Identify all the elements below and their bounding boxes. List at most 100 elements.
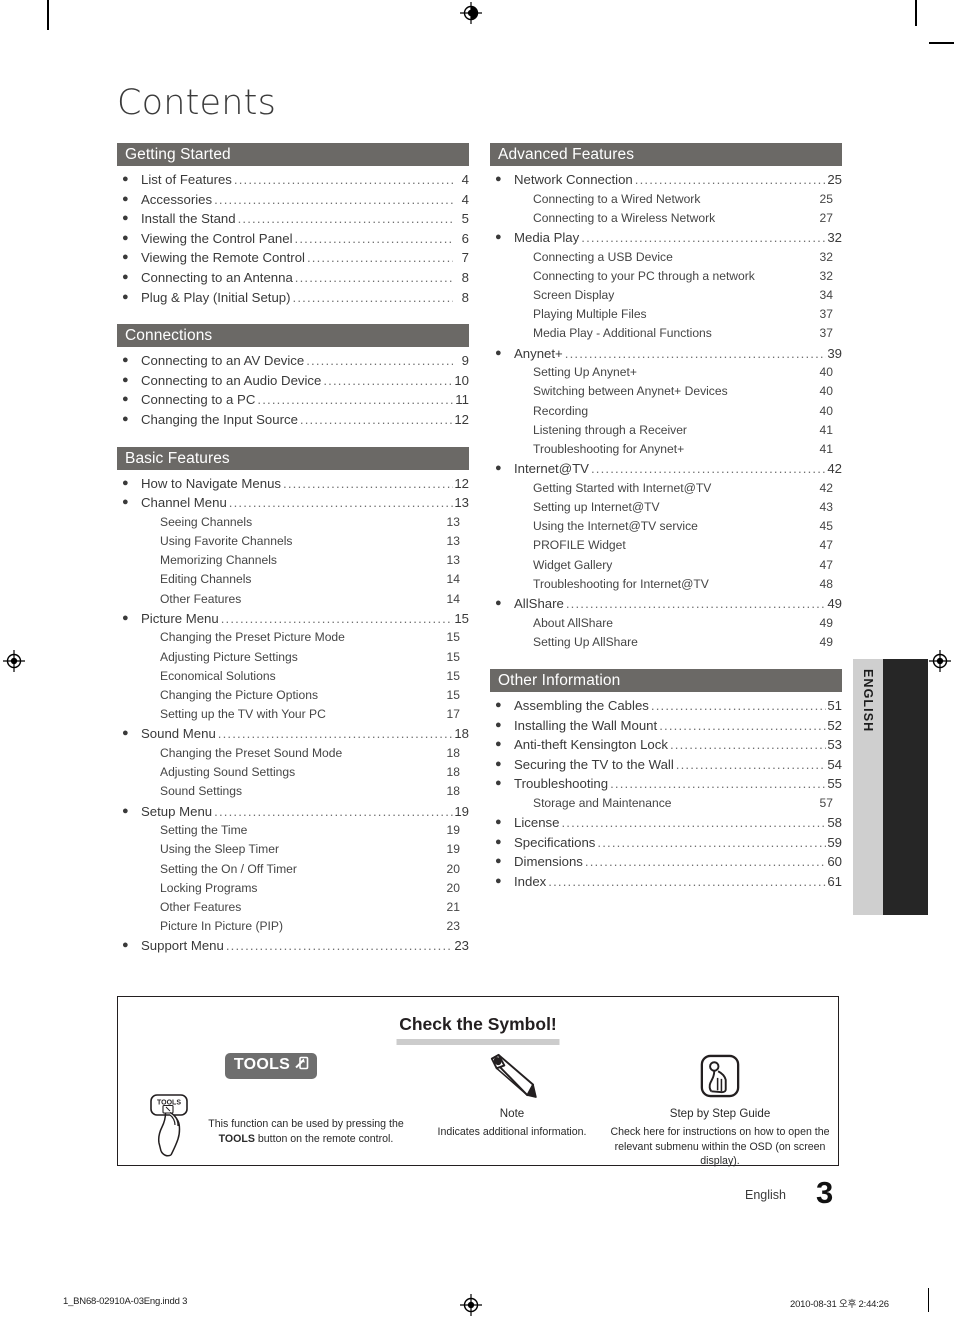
toc-subentry[interactable]: Memorizing Channels 13 <box>117 551 469 570</box>
bullet-icon: ● <box>122 290 129 303</box>
check-the-symbol-title: Check the Symbol! <box>399 1014 557 1034</box>
toc-entry-page-number: 18 <box>446 784 460 799</box>
toc-entry-page-number: 12 <box>454 475 469 491</box>
toc-entry-page-number: 37 <box>819 326 833 341</box>
toc-entry[interactable]: ● Plug & Play (Initial Setup)............… <box>117 288 469 308</box>
toc-entry[interactable]: ● Connecting to an AV Device.............… <box>117 351 469 371</box>
toc-entry[interactable]: ● Media Play.............................… <box>490 228 842 248</box>
toc-entry[interactable]: ● License................................… <box>490 813 842 833</box>
toc-entry-page-number: 20 <box>446 880 460 895</box>
toc-entry-page-number: 39 <box>827 345 842 361</box>
toc-subentry[interactable]: Connecting to your PC through a network 3… <box>490 267 842 286</box>
toc-subentry[interactable]: Using the Sleep Timer 19 <box>117 840 469 859</box>
toc-subentry[interactable]: Economical Solutions 15 <box>117 667 469 686</box>
toc-subentry[interactable]: Setting Up AllShare 49 <box>490 633 842 652</box>
toc-subentry[interactable]: Connecting to a Wireless Network 27 <box>490 209 842 228</box>
toc-subentry[interactable]: Picture In Picture (PIP) 23 <box>117 917 469 936</box>
toc-entry-page-number: 14 <box>446 572 460 587</box>
toc-subentry[interactable]: Storage and Maintenance 57 <box>490 794 842 813</box>
dot-leader: ........................................… <box>294 230 453 246</box>
toc-subentry[interactable]: Locking Programs 20 <box>117 879 469 898</box>
toc-subentry[interactable]: Setting up Internet@TV 43 <box>490 498 842 517</box>
toc-entry-page-number: 23 <box>446 919 460 934</box>
toc-subentry[interactable]: Listening through a Receiver 41 <box>490 421 842 440</box>
toc-subentry[interactable]: Switching between Anynet+ Devices 40 <box>490 382 842 401</box>
toc-entry[interactable]: ● Connecting to an Audio Device..........… <box>117 371 469 391</box>
toc-subentry[interactable]: About AllShare 49 <box>490 614 842 633</box>
toc-entry[interactable]: ● Troubleshooting........................… <box>490 774 842 794</box>
dot-leader: ........................................… <box>228 495 453 511</box>
toc-subentry[interactable]: Recording 40 <box>490 402 842 421</box>
toc-entry-page-number: 40 <box>819 384 833 399</box>
toc-subentry[interactable]: Connecting to a Wired Network 25 <box>490 190 842 209</box>
toc-subentry[interactable]: Editing Channels 14 <box>117 570 469 589</box>
toc-entry[interactable]: ● Network Connection.....................… <box>490 170 842 190</box>
toc-entry[interactable]: ● Anti-theft Kensington Lock.............… <box>490 735 842 755</box>
toc-entry-page-number: 18 <box>454 726 469 742</box>
toc-subentry[interactable]: Seeing Channels 13 <box>117 513 469 532</box>
toc-subentry[interactable]: Playing Multiple Files 37 <box>490 305 842 324</box>
toc-entry-page-number: 32 <box>827 230 842 245</box>
toc-subentry[interactable]: Adjusting Sound Settings 18 <box>117 763 469 782</box>
toc-subentry[interactable]: Screen Display 34 <box>490 286 842 305</box>
toc-entry[interactable]: ● How to Navigate Menus..................… <box>117 474 469 494</box>
toc-entry[interactable]: ● Install the Stand......................… <box>117 209 469 229</box>
toc-subentry[interactable]: Setting up the TV with Your PC 17 <box>117 705 469 724</box>
toc-entry[interactable]: ● Assembling the Cables..................… <box>490 696 842 716</box>
toc-entry[interactable]: ● Index..................................… <box>490 872 842 892</box>
toc-entry[interactable]: ● Support Menu...........................… <box>117 936 469 956</box>
toc-entry[interactable]: ● Setup Menu.............................… <box>117 802 469 822</box>
toc-entry[interactable]: ● Viewing the Remote Control.............… <box>117 248 469 268</box>
toc-entry[interactable]: ● Securing the TV to the Wall............… <box>490 755 842 775</box>
toc-entry-list: ● List of Features.......................… <box>117 170 469 307</box>
toc-entry[interactable]: ● Connecting to an Antenna...............… <box>117 268 469 288</box>
toc-subentry[interactable]: Other Features 21 <box>117 898 469 917</box>
toc-entry-page-number: 43 <box>819 500 833 515</box>
toc-subentry[interactable]: Setting Up Anynet+ 40 <box>490 363 842 382</box>
dot-leader: ........................................… <box>299 411 453 427</box>
toc-entry[interactable]: ● Accessories............................… <box>117 190 469 210</box>
toc-entry-page-number: 8 <box>461 269 469 285</box>
toc-subentry[interactable]: Media Play - Additional Functions 37 <box>490 324 842 343</box>
toc-subentry[interactable]: PROFILE Widget 47 <box>490 536 842 555</box>
dot-leader: ........................................… <box>548 873 826 889</box>
toc-entry[interactable]: ● Dimensions.............................… <box>490 852 842 872</box>
toc-entry[interactable]: ● Changing the Input Source..............… <box>117 410 469 430</box>
toc-entry[interactable]: ● Internet@TV............................… <box>490 459 842 479</box>
toc-subentry[interactable]: Changing the Preset Sound Mode 18 <box>117 744 469 763</box>
toc-subentry[interactable]: Other Features 14 <box>117 590 469 609</box>
toc-section-heading: Other Information <box>490 669 842 693</box>
toc-subentry[interactable]: Using the Internet@TV service 45 <box>490 517 842 536</box>
toc-entry-page-number: 49 <box>827 596 842 612</box>
toc-subentry[interactable]: Getting Started with Internet@TV 42 <box>490 479 842 498</box>
toc-entry[interactable]: ● Picture Menu...........................… <box>117 609 469 629</box>
tools-badge-label: TOOLS <box>233 1056 291 1073</box>
toc-entry-list: ● Assembling the Cables..................… <box>490 696 842 892</box>
tools-badge: TOOLS <box>224 1053 318 1079</box>
toc-subentry[interactable]: Setting the On / Off Timer 20 <box>117 860 469 879</box>
dot-leader: ........................................… <box>610 776 826 792</box>
toc-subentry[interactable]: Changing the Preset Picture Mode 15 <box>117 628 469 647</box>
toc-subentry[interactable]: Setting the Time 19 <box>117 821 469 840</box>
toc-subentry[interactable]: Using Favorite Channels 13 <box>117 532 469 551</box>
toc-subentry[interactable]: Adjusting Picture Settings 15 <box>117 648 469 667</box>
dot-leader: ........................................… <box>306 250 453 266</box>
toc-subentry[interactable]: Changing the Picture Options 15 <box>117 686 469 705</box>
toc-entry-page-number: 19 <box>446 842 460 857</box>
toc-subentry[interactable]: Widget Gallery 47 <box>490 556 842 575</box>
symbol-cell-step-guide: Step by Step Guide Check here for instru… <box>608 1053 832 1169</box>
toc-entry[interactable]: ● Anynet+................................… <box>490 344 842 364</box>
toc-entry[interactable]: ● Specifications.........................… <box>490 833 842 853</box>
toc-subentry[interactable]: Troubleshooting for Internet@TV 48 <box>490 575 842 594</box>
toc-entry[interactable]: ● AllShare...............................… <box>490 594 842 614</box>
toc-entry[interactable]: ● Channel Menu...........................… <box>117 493 469 513</box>
toc-subentry[interactable]: Connecting a USB Device 32 <box>490 248 842 267</box>
toc-entry[interactable]: ● Installing the Wall Mount..............… <box>490 716 842 736</box>
toc-entry[interactable]: ● Connecting to a PC.....................… <box>117 390 469 410</box>
toc-subentry[interactable]: Troubleshooting for Anynet+ 41 <box>490 440 842 459</box>
toc-entry[interactable]: ● Viewing the Control Panel..............… <box>117 229 469 249</box>
toc-subentry[interactable]: Sound Settings 18 <box>117 782 469 801</box>
toc-entry[interactable]: ● List of Features.......................… <box>117 170 469 190</box>
toc-entry[interactable]: ● Sound Menu.............................… <box>117 724 469 744</box>
bullet-icon: ● <box>122 270 129 283</box>
